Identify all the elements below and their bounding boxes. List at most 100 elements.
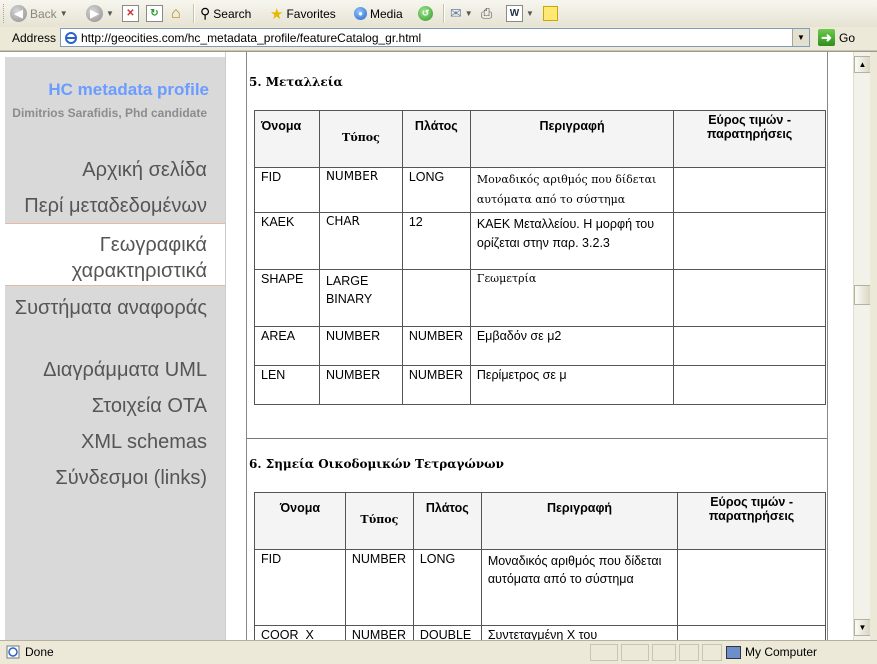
table-cell: NUMBER — [318, 365, 403, 405]
section-title: 6. Σημεία Οικοδομικών Τετραγώνων — [249, 457, 504, 471]
address-input[interactable]: http://geocities.com/hc_metadata_profile… — [60, 28, 810, 47]
favorites-label: Favorites — [286, 6, 336, 21]
forward-button[interactable]: ▶ ▼ — [86, 3, 114, 24]
media-button[interactable]: ● Media — [354, 3, 403, 24]
window-edge — [870, 52, 877, 640]
table-cell — [677, 549, 826, 626]
table-cell: Περίμετρος σε μ — [469, 365, 675, 405]
scroll-down-icon[interactable]: ▼ — [854, 619, 871, 636]
table-cell: Εμβαδόν σε μ2 — [469, 326, 675, 366]
home-icon: ⌂ — [171, 4, 181, 22]
search-button[interactable]: ⚲ Search — [200, 3, 251, 24]
table-cell: NUMBER — [344, 625, 414, 640]
table-cell: ΚΑΕΚ — [254, 212, 320, 270]
nav-item-xml-schemas[interactable]: XML schemas — [5, 429, 225, 455]
column-header: Εύρος τιμών - παρατηρήσεις — [677, 492, 826, 550]
refresh-button[interactable]: ↻ — [146, 3, 163, 24]
table-cell: FID — [254, 167, 320, 213]
column-header: Πλάτος — [401, 110, 471, 168]
main-content: 5. Μεταλλεία Όνομα Τύπος Πλάτος Περιγραφ… — [246, 52, 828, 640]
star-icon: ★ — [270, 5, 284, 23]
table-row: LEN NUMBER NUMBER Περίμετρος σε μ — [254, 365, 826, 405]
table-cell: NUMBER — [401, 326, 471, 366]
table-row: ΚΑΕΚ CHAR 12 ΚΑΕΚ Μεταλλείου. Η μορφή το… — [254, 212, 826, 270]
nav-item-ota-data[interactable]: Στοιχεία ΟΤΑ — [5, 393, 225, 419]
vertical-scrollbar[interactable]: ▲ ▼ — [853, 52, 871, 640]
table-cell: Γεωμετρία — [469, 269, 675, 327]
stop-icon: ✕ — [122, 5, 139, 22]
edit-dropdown-icon[interactable]: ▼ — [526, 9, 534, 18]
table-cell — [673, 167, 826, 213]
nav-item-uml-diagrams[interactable]: Διαγράμματα UML — [5, 357, 225, 383]
table-cell: Μοναδικός αριθμός που δίδεται αυτόματα α… — [469, 167, 675, 213]
page-done-icon — [6, 645, 20, 659]
go-button[interactable]: ➜ Go — [818, 29, 855, 46]
table-row: COOR_X NUMBER DOUBLE Συντεταγμένη Χ του — [254, 625, 826, 640]
table-cell: Συντεταγμένη Χ του — [480, 625, 679, 640]
scrollbar-thumb[interactable] — [854, 285, 871, 305]
browser-toolbar: ◀ Back ▼ ▶ ▼ ✕ ↻ ⌂ ⚲ Search ★ Favorites … — [0, 0, 877, 28]
table-header-row: Όνομα Τύπος Πλάτος Περιγραφή Εύρος τιμών… — [254, 110, 826, 168]
column-header: Όνομα — [254, 110, 320, 168]
status-text: Done — [25, 645, 54, 659]
refresh-icon: ↻ — [146, 5, 163, 22]
edit-button[interactable]: W ▼ — [506, 3, 534, 24]
mail-button[interactable]: ✉ ▼ — [450, 3, 473, 24]
column-header: Εύρος τιμών - παρατηρήσεις — [673, 110, 826, 168]
column-header: Πλάτος — [412, 492, 482, 550]
security-zone: My Computer — [726, 645, 817, 659]
print-icon: ⎙ — [481, 5, 493, 21]
toolbar-separator — [443, 4, 445, 23]
table-row: SHAPE LARGE BINARY Γεωμετρία — [254, 269, 826, 327]
stop-button[interactable]: ✕ — [122, 3, 139, 24]
nav-divider — [5, 285, 225, 286]
back-dropdown-icon[interactable]: ▼ — [60, 9, 68, 18]
nav-item-links[interactable]: Σύνδεσμοι (links) — [5, 465, 225, 491]
table-header-row: Όνομα Τύπος Πλάτος Περιγραφή Εύρος τιμών… — [254, 492, 826, 550]
mail-dropdown-icon[interactable]: ▼ — [465, 9, 473, 18]
search-icon: ⚲ — [200, 5, 211, 21]
scroll-up-icon[interactable]: ▲ — [854, 56, 871, 73]
site-title[interactable]: HC metadata profile — [48, 80, 209, 100]
favorites-button[interactable]: ★ Favorites — [270, 3, 336, 24]
column-header: Περιγραφή — [469, 110, 675, 168]
status-pane — [621, 644, 649, 661]
nav-item-about-metadata[interactable]: Περί μεταδεδομένων — [5, 193, 225, 219]
status-pane — [702, 644, 722, 661]
nav-item-geographic-features[interactable]: Γεωγραφικά χαρακτηριστικά — [5, 224, 225, 285]
back-label: Back — [30, 6, 57, 21]
status-pane — [652, 644, 676, 661]
table-cell — [401, 269, 471, 327]
search-label: Search — [213, 6, 252, 21]
back-button[interactable]: ◀ Back ▼ — [10, 3, 68, 24]
address-label: Address — [12, 31, 57, 45]
table-cell — [673, 326, 826, 366]
section-divider — [247, 438, 827, 439]
forward-arrow-icon: ▶ — [86, 5, 103, 22]
column-header: Περιγραφή — [480, 492, 679, 550]
address-bar: Address http://geocities.com/hc_metadata… — [0, 27, 877, 51]
table-cell — [673, 269, 826, 327]
print-button[interactable]: ⎙ — [481, 3, 492, 24]
ie-page-icon — [65, 32, 77, 44]
forward-dropdown-icon[interactable]: ▼ — [106, 9, 114, 18]
toolbar-grip — [3, 4, 7, 23]
history-button[interactable]: ↺ — [418, 3, 433, 24]
feature-table-block-points: Όνομα Τύπος Πλάτος Περιγραφή Εύρος τιμών… — [254, 492, 826, 640]
mail-icon: ✉ — [450, 5, 462, 21]
column-divider — [225, 52, 226, 640]
status-message: Done — [6, 645, 54, 659]
nav-item-reference-systems[interactable]: Συστήματα αναφοράς — [5, 295, 225, 321]
table-cell: LEN — [254, 365, 320, 405]
home-button[interactable]: ⌂ — [171, 3, 181, 24]
nav-item-home[interactable]: Αρχική σελίδα — [5, 157, 225, 183]
table-cell: 12 — [401, 212, 471, 270]
media-label: Media — [370, 6, 403, 21]
status-pane — [679, 644, 699, 661]
table-cell: AREA — [254, 326, 320, 366]
address-dropdown-icon[interactable]: ▼ — [792, 29, 809, 46]
table-cell: ΚΑΕΚ Μεταλλείου. Η μορφή του ορίζεται στ… — [469, 212, 675, 270]
column-header: Όνομα — [254, 492, 346, 550]
table-cell: SHAPE — [254, 269, 320, 327]
discuss-button[interactable] — [543, 3, 558, 24]
